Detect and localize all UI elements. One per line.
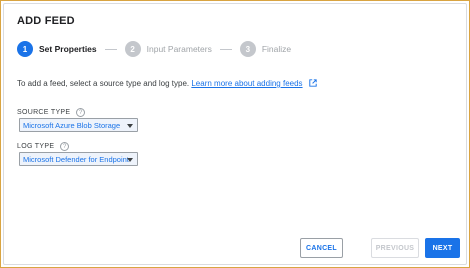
external-link-icon[interactable] xyxy=(309,79,317,89)
step-connector xyxy=(104,48,117,50)
stepper: 1 Set Properties 2 Input Parameters 3 Fi… xyxy=(17,40,291,58)
previous-button[interactable]: PREVIOUS xyxy=(371,238,419,258)
help-circle-icon[interactable]: ? xyxy=(60,142,70,151)
step-number: 1 xyxy=(17,41,33,57)
step-label: Input Parameters xyxy=(146,44,212,54)
log-type-value: Microsoft Defender for Endpoint xyxy=(23,154,129,164)
caret-down-icon xyxy=(127,124,133,128)
source-type-value: Microsoft Azure Blob Storage xyxy=(23,120,121,130)
step-connector xyxy=(219,48,232,50)
source-type-label: SOURCE TYPE ? xyxy=(17,108,86,117)
log-type-select[interactable]: Microsoft Defender for Endpoint xyxy=(19,152,138,166)
intro-sentence: To add a feed, select a source type and … xyxy=(17,79,190,89)
dialog-title: ADD FEED xyxy=(17,15,75,27)
log-type-label-text: LOG TYPE xyxy=(17,143,55,150)
step-finalize[interactable]: 3 Finalize xyxy=(239,41,292,57)
step-number: 3 xyxy=(239,41,256,57)
step-input-parameters[interactable]: 2 Input Parameters xyxy=(124,41,212,57)
help-circle-icon[interactable]: ? xyxy=(76,108,86,117)
step-number: 2 xyxy=(124,41,141,57)
caret-down-icon xyxy=(127,158,133,162)
intro-text: To add a feed, select a source type and … xyxy=(17,79,317,89)
cancel-button[interactable]: CANCEL xyxy=(300,238,343,258)
step-set-properties[interactable]: 1 Set Properties xyxy=(17,41,97,57)
log-type-label: LOG TYPE ? xyxy=(17,142,70,151)
window-frame: ADD FEED 1 Set Properties 2 Input Parame… xyxy=(0,0,470,268)
source-type-select[interactable]: Microsoft Azure Blob Storage xyxy=(19,118,138,132)
learn-more-link[interactable]: Learn more about adding feeds xyxy=(191,79,302,88)
add-feed-dialog: ADD FEED 1 Set Properties 2 Input Parame… xyxy=(3,3,467,265)
step-label: Finalize xyxy=(261,44,292,54)
source-type-label-text: SOURCE TYPE xyxy=(17,109,71,116)
step-label: Set Properties xyxy=(39,44,97,54)
next-button[interactable]: NEXT xyxy=(425,238,460,258)
